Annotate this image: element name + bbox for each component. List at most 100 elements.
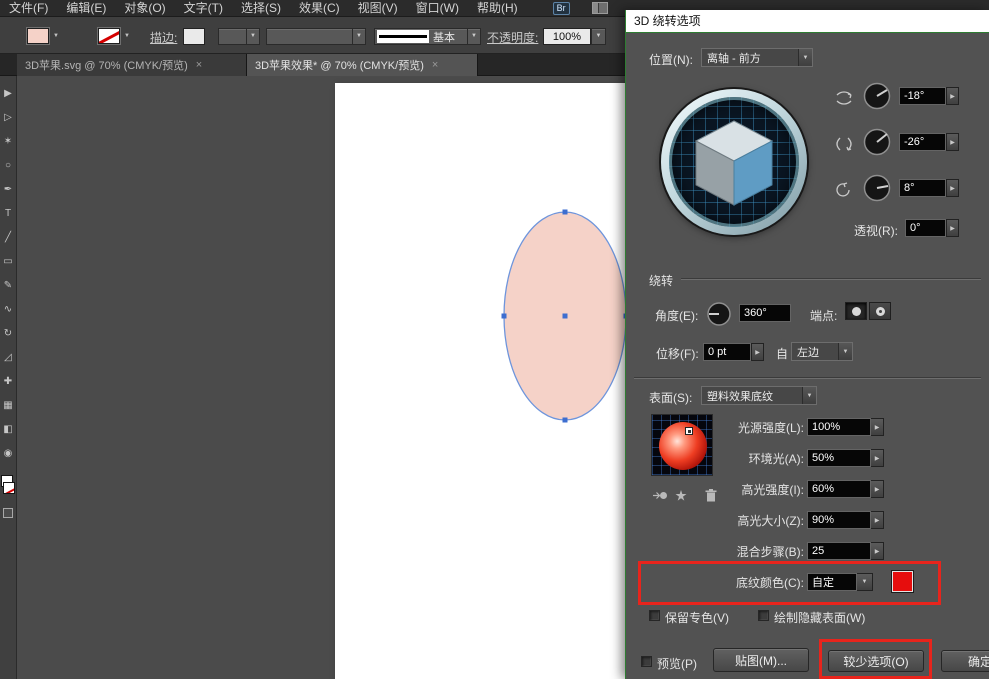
anchor-point-bottom[interactable] (563, 418, 568, 423)
tool-magic-wand-icon[interactable]: ✶ (0, 129, 17, 153)
ambient-light-field[interactable]: 50% (807, 449, 871, 467)
chevron-down-icon[interactable]: ▼ (352, 29, 365, 44)
opacity-dropdown[interactable]: ▼ (591, 28, 606, 45)
fewer-options-button[interactable]: 较少选项(O) (828, 650, 924, 672)
position-dropdown[interactable]: 离轴 - 前方 ▼ (701, 48, 813, 67)
custom-shading-color-swatch[interactable] (892, 571, 913, 592)
tool-selection-icon[interactable]: ▶ (0, 81, 17, 105)
rotate-y-stepper-icon[interactable]: ▶ (946, 133, 959, 151)
variable-width-dropdown[interactable]: ▼ (266, 28, 366, 45)
draw-hidden-checkbox[interactable] (758, 610, 769, 621)
tool-pen-icon[interactable]: ✒ (0, 177, 17, 201)
tab-close-icon[interactable]: × (196, 59, 202, 71)
tool-width-icon[interactable]: ✚ (0, 369, 17, 393)
stroke-dropdown-icon[interactable]: ▼ (124, 33, 130, 39)
tool-direct-selection-icon[interactable]: ▷ (0, 105, 17, 129)
highlight-size-field[interactable]: 90% (807, 511, 871, 529)
surface-dropdown[interactable]: 塑料效果底纹 ▼ (701, 386, 817, 405)
menu-item-type[interactable]: 文字(T) (175, 0, 232, 17)
stroke-color-swatch[interactable] (98, 28, 120, 44)
track-cube-icon[interactable] (686, 111, 782, 211)
menu-item-view[interactable]: 视图(V) (349, 0, 407, 17)
chevron-down-icon[interactable]: ▼ (246, 29, 259, 44)
tool-rectangle-icon[interactable]: ▭ (0, 249, 17, 273)
tool-line-icon[interactable]: ╱ (0, 225, 17, 249)
menu-item-window[interactable]: 窗口(W) (407, 0, 468, 17)
tool-blend-icon[interactable]: ◉ (0, 441, 17, 465)
brush-definition-dropdown[interactable]: 基本 ▼ (374, 28, 481, 45)
rotate-z-field[interactable]: 8° (899, 179, 946, 197)
stroke-weight-field[interactable] (183, 28, 205, 45)
chevron-down-icon[interactable]: ▼ (838, 343, 852, 360)
cap-hollow-toggle[interactable] (869, 302, 891, 320)
shading-color-dropdown[interactable]: 自定 (807, 573, 857, 591)
canvas-pasteboard[interactable] (17, 76, 625, 679)
highlight-intensity-field[interactable]: 60% (807, 480, 871, 498)
chevron-down-icon[interactable]: ▼ (798, 49, 812, 66)
offset-field[interactable]: 0 pt (703, 343, 751, 361)
fill-dropdown-icon[interactable]: ▼ (53, 33, 59, 39)
tab-close-icon[interactable]: × (432, 59, 438, 71)
tool-mesh-icon[interactable]: ▦ (0, 393, 17, 417)
selected-ellipse-object[interactable] (500, 208, 625, 424)
menu-item-file[interactable]: 文件(F) (0, 0, 57, 17)
map-art-button[interactable]: 贴图(M)... (713, 648, 809, 672)
perspective-field[interactable]: 0° (905, 219, 946, 237)
opacity-field[interactable]: 100% (543, 28, 591, 45)
dialog-title[interactable]: 3D 绕转选项 (626, 10, 989, 33)
rotate-y-field[interactable]: -26° (899, 133, 946, 151)
rotate-x-dial[interactable] (862, 81, 892, 111)
preserve-spot-checkbox[interactable] (649, 610, 660, 621)
draw-mode-icon[interactable] (3, 508, 13, 518)
stroke-indicator[interactable] (3, 482, 15, 494)
menu-item-help[interactable]: 帮助(H) (468, 0, 527, 17)
offset-from-dropdown[interactable]: 左边 ▼ (791, 342, 853, 361)
angle-dial[interactable] (706, 301, 732, 327)
menu-item-select[interactable]: 选择(S) (232, 0, 290, 17)
chevron-down-icon[interactable]: ▼ (592, 29, 605, 44)
chevron-down-icon[interactable]: ▼ (467, 29, 480, 44)
blend-steps-field[interactable]: 25 (807, 542, 871, 560)
tool-gradient-icon[interactable]: ◧ (0, 417, 17, 441)
angle-field[interactable]: 360° (739, 304, 791, 322)
rotate-z-stepper-icon[interactable]: ▶ (946, 179, 959, 197)
rotate-x-stepper-icon[interactable]: ▶ (946, 87, 959, 105)
preview-checkbox[interactable] (641, 656, 652, 667)
tool-scale-icon[interactable]: ◿ (0, 345, 17, 369)
tool-type-icon[interactable]: T (0, 201, 17, 225)
perspective-stepper-icon[interactable]: ▶ (946, 219, 959, 237)
ok-button[interactable]: 确定 (941, 650, 989, 672)
anchor-point-top[interactable] (563, 210, 568, 215)
stroke-weight-dropdown[interactable]: ▼ (218, 28, 260, 45)
menu-item-object[interactable]: 对象(O) (115, 0, 174, 17)
stepper-icon[interactable]: ▶ (871, 480, 884, 498)
stepper-icon[interactable]: ▶ (871, 418, 884, 436)
chevron-down-icon[interactable]: ▼ (857, 573, 873, 591)
menu-item-edit[interactable]: 编辑(E) (57, 0, 115, 17)
rotate-x-field[interactable]: -18° (899, 87, 946, 105)
stepper-icon[interactable]: ▶ (871, 542, 884, 560)
tab-3d-apple-svg[interactable]: 3D苹果.svg @ 70% (CMYK/预览) × (17, 54, 247, 76)
anchor-point-left[interactable] (502, 314, 507, 319)
track-cube-grid[interactable] (669, 97, 799, 227)
tool-paintbrush-icon[interactable]: ✎ (0, 273, 17, 297)
tab-3d-apple-effect[interactable]: 3D苹果效果* @ 70% (CMYK/预览) × (247, 54, 478, 76)
light-intensity-field[interactable]: 100% (807, 418, 871, 436)
workspace-layout-icon[interactable] (592, 2, 608, 14)
opacity-label[interactable]: 不透明度: (487, 29, 538, 46)
track-cube-widget[interactable] (661, 89, 807, 235)
stepper-icon[interactable]: ▶ (871, 449, 884, 467)
fill-color-swatch[interactable] (27, 28, 49, 44)
stepper-icon[interactable]: ▶ (871, 511, 884, 529)
cap-solid-toggle[interactable] (845, 302, 867, 320)
tool-pencil-icon[interactable]: ∿ (0, 297, 17, 321)
tool-lasso-icon[interactable]: ○ (0, 153, 17, 177)
offset-stepper-icon[interactable]: ▶ (751, 343, 764, 361)
tool-rotate-icon[interactable]: ↻ (0, 321, 17, 345)
menu-item-effect[interactable]: 效果(C) (290, 0, 349, 17)
stroke-weight-label[interactable]: 描边: (150, 29, 177, 46)
rotate-z-dial[interactable] (862, 173, 892, 203)
rotate-y-dial[interactable] (862, 127, 892, 157)
bridge-icon[interactable]: Br (553, 2, 570, 15)
center-point[interactable] (563, 314, 568, 319)
